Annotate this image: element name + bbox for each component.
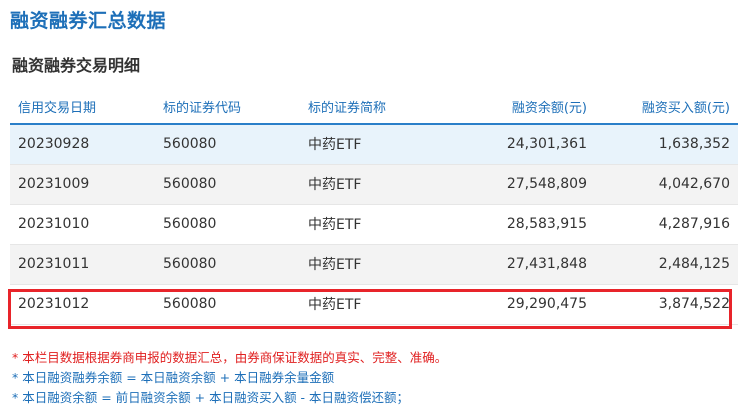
note-balance-formula: * 本日融资融券余额 = 本日融资余额 + 本日融券余量金额 xyxy=(12,370,335,385)
cell-financing-purchase: 4,287,916 xyxy=(658,216,730,232)
cell-security-code: 560080 xyxy=(163,176,217,192)
header-financing-balance: 融资余额(元) xyxy=(511,101,587,116)
cell-trade-date: 20231011 xyxy=(18,256,90,272)
cell-security-name: 中药ETF xyxy=(308,137,362,154)
cell-trade-date: 20230928 xyxy=(18,136,90,153)
cell-financing-balance: 27,548,809 xyxy=(506,176,587,192)
page-title: 融资融券汇总数据 xyxy=(10,10,167,32)
cell-security-code: 560080 xyxy=(163,296,217,312)
cell-financing-balance: 27,431,848 xyxy=(506,256,587,272)
cell-security-name: 中药ETF xyxy=(308,297,362,313)
table-row: 20230928 560080 中药ETF 24,301,361 1,638,3… xyxy=(10,124,738,164)
header-security-name: 标的证券简称 xyxy=(308,101,387,116)
cell-security-name: 中药ETF xyxy=(308,257,362,273)
cell-financing-balance: 28,583,915 xyxy=(506,216,587,232)
cell-trade-date: 20231009 xyxy=(18,176,90,192)
cell-security-code: 560080 xyxy=(163,256,217,272)
margin-trading-table: 信用交易日期 标的证券代码 标的证券简称 融资余额(元) 融资买入额(元) 20… xyxy=(10,90,738,325)
header-trade-date: 信用交易日期 xyxy=(18,101,97,116)
section-title: 融资融券交易明细 xyxy=(12,56,141,75)
table-row-highlighted: 20231012 560080 中药ETF 29,290,475 3,874,5… xyxy=(10,284,738,324)
cell-financing-purchase: 2,484,125 xyxy=(658,256,730,272)
cell-trade-date: 20231012 xyxy=(18,296,90,312)
table-row: 20231011 560080 中药ETF 27,431,848 2,484,1… xyxy=(10,244,738,284)
cell-financing-balance: 24,301,361 xyxy=(506,136,587,153)
table-row: 20231010 560080 中药ETF 28,583,915 4,287,9… xyxy=(10,204,738,244)
cell-financing-balance: 29,290,475 xyxy=(506,296,587,312)
cell-security-code: 560080 xyxy=(163,136,217,153)
notes: * 本栏目数据根据券商申报的数据汇总，由券商保证数据的真实、完整、准确。 * 本… xyxy=(12,348,447,408)
cell-financing-purchase: 4,042,670 xyxy=(658,176,730,192)
cell-financing-purchase: 3,874,522 xyxy=(658,296,730,312)
cell-financing-purchase: 1,638,352 xyxy=(658,136,730,153)
cell-security-name: 中药ETF xyxy=(308,177,362,193)
header-security-code: 标的证券代码 xyxy=(163,101,242,116)
table-row: 20231009 560080 中药ETF 27,548,809 4,042,6… xyxy=(10,164,738,204)
cell-trade-date: 20231010 xyxy=(18,216,90,232)
table-header-row: 信用交易日期 标的证券代码 标的证券简称 融资余额(元) 融资买入额(元) xyxy=(10,90,738,124)
cell-security-code: 560080 xyxy=(163,216,217,232)
cell-security-name: 中药ETF xyxy=(308,217,362,233)
note-financing-formula: * 本日融资余额 = 前日融资余额 + 本日融资买入额 - 本日融资偿还额； xyxy=(12,390,410,405)
note-disclaimer: * 本栏目数据根据券商申报的数据汇总，由券商保证数据的真实、完整、准确。 xyxy=(12,350,448,365)
header-financing-purchase: 融资买入额(元) xyxy=(641,101,730,116)
